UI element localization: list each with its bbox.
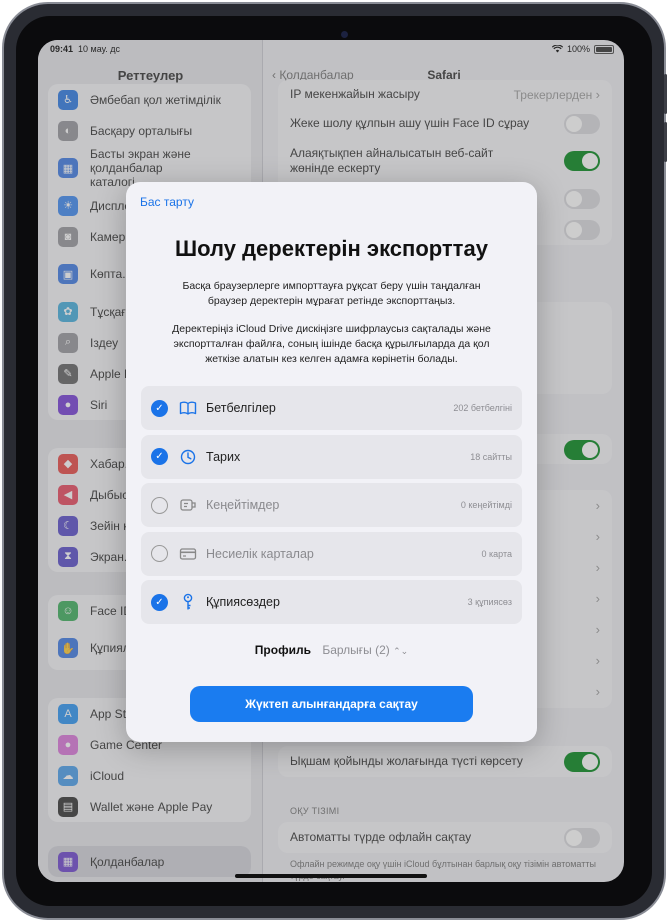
export-item-credit-cards[interactable]: Несиелік карталар 0 карта [141,531,522,576]
checkmark-icon[interactable]: ✓ [151,448,168,465]
screen: 09:41 10 мау. дс 100% Реттеулер ♿ Әмбебап… [38,40,624,882]
save-to-downloads-button[interactable]: Жүктеп алынғандарға сақтау [190,686,473,722]
home-indicator [235,874,427,878]
volume-down-button [664,122,667,162]
volume-up-button [664,74,667,114]
profile-label: Профиль [254,643,311,657]
extension-icon [178,495,198,515]
export-item-bookmarks[interactable]: ✓ Бетбелгілер 202 бетбелгіні [141,386,522,430]
checkmark-icon[interactable]: ✓ [151,399,168,417]
checkmark-icon[interactable]: ✓ [151,593,168,611]
empty-circle-icon[interactable] [151,545,168,562]
export-items-list: ✓ Бетбелгілер 202 бетбелгіні ✓ Тарих 18 … [141,386,522,629]
export-item-extensions[interactable]: Кеңейтімдер 0 кеңейтімді [141,483,522,527]
item-label: Кеңейтімдер [206,498,280,512]
export-item-history[interactable]: ✓ Тарих 18 сайтты [141,434,522,479]
item-label: Бетбелгілер [206,401,276,415]
sheet-title: Шолу деректерін экспорттау [175,236,488,261]
empty-circle-icon[interactable] [151,496,168,514]
sheet-warning: Деректеріңіз iCloud Drive дискіңізге шиф… [172,323,491,365]
export-browsing-data-sheet: Бас тарту Шолу деректерін экспорттау Бас… [126,182,537,742]
clock-icon [178,447,198,467]
front-camera [341,31,348,38]
updown-chevron-icon: ⌃⌄ [393,646,409,656]
credit-card-icon [178,544,198,564]
export-item-passwords[interactable]: ✓ Құпиясөздер 3 құпиясөз [141,580,522,624]
book-icon [178,398,198,418]
cancel-button[interactable]: Бас тарту [140,195,194,209]
item-count: 3 құпиясөз [467,597,512,607]
item-count: 202 бетбелгіні [453,403,512,413]
item-label: Тарих [206,449,241,464]
item-count: 0 карта [481,548,512,559]
profile-dropdown[interactable]: Барлығы (2) ⌃⌄ [322,643,408,657]
item-label: Несиелік карталар [206,546,314,561]
profile-selector: Профиль Барлығы (2) ⌃⌄ [126,643,537,657]
key-icon [178,592,198,612]
item-label: Құпиясөздер [206,595,280,609]
item-count: 18 сайтты [470,451,512,462]
sheet-description: Басқа браузерлерге импорттауға рұқсат бе… [182,280,481,307]
item-count: 0 кеңейтімді [460,500,512,510]
